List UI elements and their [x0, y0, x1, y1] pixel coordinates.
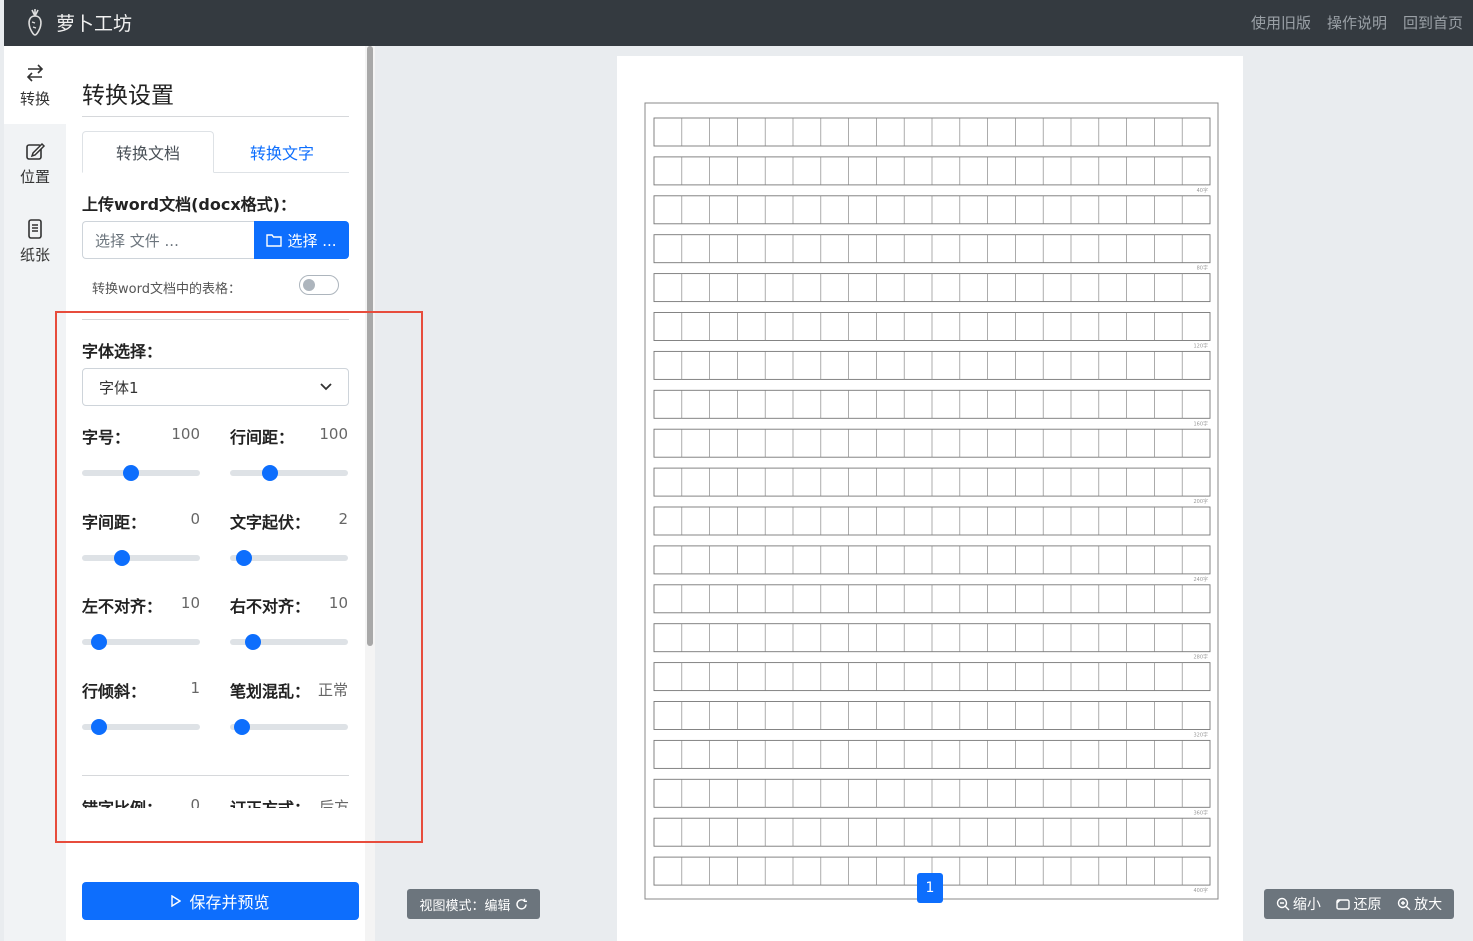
zoom-reset-button[interactable]: 还原: [1336, 894, 1381, 914]
old-version-link[interactable]: 使用旧版: [1251, 12, 1311, 33]
grid-row: [653, 350, 1211, 380]
swap-arrows-icon: [26, 63, 44, 82]
grid-row: [653, 701, 1211, 730]
char-count-label: 40字: [1197, 187, 1208, 194]
char-count-label: 240字: [1193, 576, 1208, 583]
upload-row: 选择 文件 ... 选择 ...: [82, 221, 349, 259]
panel-title: 转换设置: [82, 76, 349, 117]
home-link[interactable]: 回到首页: [1403, 12, 1463, 33]
zoom-out-button[interactable]: 缩小: [1276, 894, 1321, 914]
grid-row: [653, 545, 1211, 575]
highlight-box: [55, 311, 423, 843]
manual-link[interactable]: 操作说明: [1327, 12, 1387, 33]
grid-row: [653, 778, 1211, 808]
paper-preview: 40字 80字 120字 160字 200字 240字 280字 320字 360字 400字: [617, 56, 1243, 941]
grid-row: [653, 506, 1211, 536]
zoom-controls: 缩小 还原 放大: [1264, 889, 1454, 919]
char-count-label: 80字: [1197, 265, 1208, 272]
grid-row: [653, 623, 1211, 653]
char-count-label: 320字: [1193, 732, 1208, 739]
toggle-knob: [303, 279, 315, 291]
grid-row: [653, 428, 1211, 458]
table-toggle-label: 转换word文档中的表格：: [92, 282, 241, 297]
grid-row: [653, 273, 1211, 303]
char-count-label: 280字: [1193, 654, 1208, 661]
grid-row: [653, 234, 1211, 264]
grid-row: [653, 817, 1211, 847]
grid-row: [653, 117, 1211, 147]
top-bar: 萝卜工坊 使用旧版 操作说明 回到首页: [4, 0, 1473, 46]
view-mode-button[interactable]: 视图模式：编辑: [407, 889, 540, 919]
grid-row: [653, 584, 1211, 614]
zoom-in-button[interactable]: 放大: [1397, 894, 1442, 914]
char-count-label: 360字: [1193, 809, 1208, 816]
file-input[interactable]: 选择 文件 ...: [82, 221, 254, 259]
tab-bar: 转换文档 转换文字: [82, 131, 349, 173]
char-count-label: 400字: [1193, 887, 1208, 894]
char-count-label: 160字: [1193, 420, 1208, 427]
grid-row: [653, 662, 1211, 692]
choose-file-label: 选择 ...: [287, 231, 337, 250]
folder-icon: [266, 234, 283, 247]
carrot-logo-icon: [28, 9, 42, 36]
rail-item-position[interactable]: 位置: [4, 124, 66, 202]
play-icon: [171, 895, 182, 907]
grid-row: [653, 156, 1211, 186]
refresh-icon: [515, 898, 527, 910]
reset-view-icon: [1336, 899, 1351, 910]
rail-label: 纸张: [19, 245, 50, 264]
top-nav: 使用旧版 操作说明 回到首页: [1251, 12, 1463, 33]
edit-square-icon: [26, 142, 46, 160]
rail-item-paper[interactable]: 纸张: [4, 202, 66, 280]
choose-file-button[interactable]: 选择 ...: [254, 221, 349, 259]
grid-row: [653, 195, 1211, 225]
grid-row: [653, 739, 1211, 769]
tab-convert-document[interactable]: 转换文档: [82, 131, 214, 173]
page-number[interactable]: 1: [917, 873, 943, 903]
zoom-in-label: 放大: [1414, 897, 1443, 913]
rail-label: 位置: [19, 167, 50, 186]
grid-paper: 40字 80字 120字 160字 200字 240字 280字 320字 360字 400字: [644, 102, 1219, 900]
table-toggle[interactable]: [299, 275, 339, 295]
view-mode-label: 视图模式：编辑: [419, 898, 511, 914]
zoom-reset-label: 还原: [1353, 897, 1382, 913]
brand-name: 萝卜工坊: [56, 12, 133, 35]
zoom-out-icon: [1276, 897, 1290, 911]
upload-label: 上传word文档(docx格式)：: [82, 195, 296, 214]
char-count-label: 120字: [1193, 343, 1208, 350]
zoom-in-icon: [1397, 897, 1411, 911]
save-preview-button[interactable]: 保存并预览: [82, 882, 359, 920]
tab-convert-text[interactable]: 转换文字: [216, 131, 348, 173]
grid-row: [653, 389, 1211, 419]
char-count-label: 200字: [1193, 498, 1208, 505]
rail-item-convert[interactable]: 转换: [4, 46, 66, 124]
grid-row: [653, 467, 1211, 497]
zoom-out-label: 缩小: [1292, 897, 1321, 913]
rail-label: 转换: [19, 89, 50, 108]
save-preview-label: 保存并预览: [189, 893, 270, 912]
grid-row: [653, 312, 1211, 341]
document-icon: [28, 218, 42, 239]
brand[interactable]: 萝卜工坊: [24, 8, 132, 36]
